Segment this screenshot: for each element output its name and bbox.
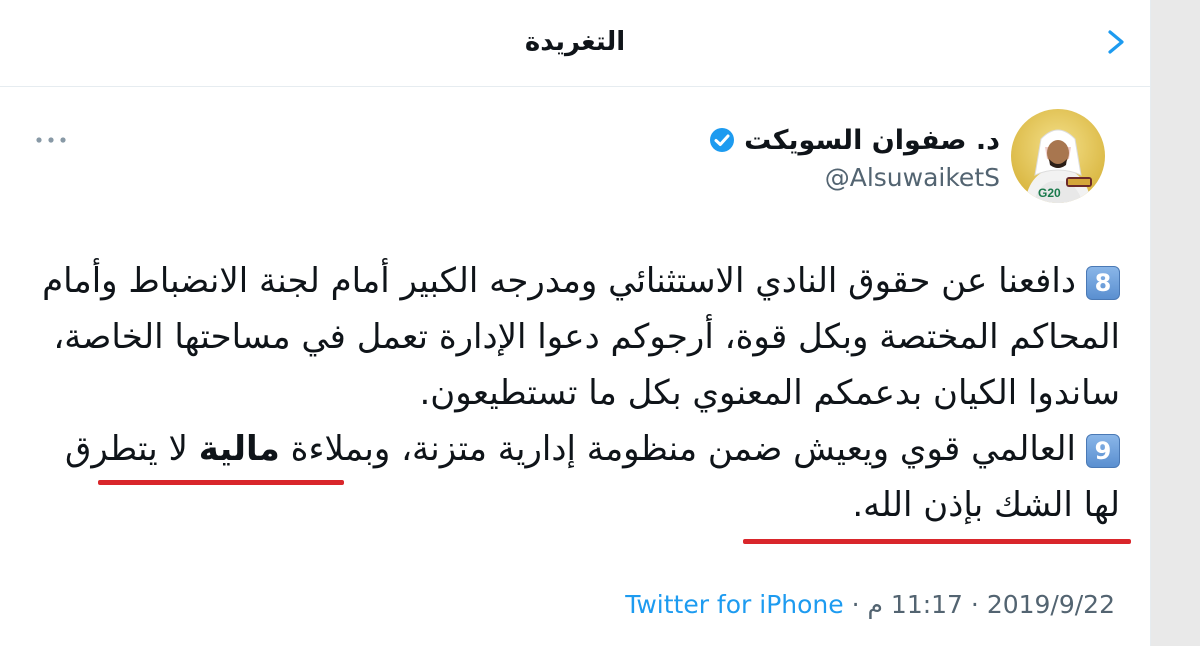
avatar-photo: G20 (1011, 109, 1105, 203)
top-bar: التغريدة (0, 0, 1150, 87)
tweet-item-9-text-start: العالمي قوي ويعيش ضمن منظومة إدارية متزن… (279, 429, 1076, 469)
tweet-date[interactable]: 2019/9/22 (987, 590, 1115, 619)
tweet-time[interactable]: 11:17 م (867, 590, 962, 619)
tweet-source-link[interactable]: Twitter for iPhone (625, 590, 843, 619)
author-handle[interactable]: @AlsuwaiketS (825, 160, 1000, 196)
tweet-paragraph-9: 9 العالمي قوي ويعيش ضمن منظومة إدارية متز… (30, 421, 1120, 533)
tweet-item-9-bold-word: مالية (198, 429, 280, 469)
keycap-8: 8 (1086, 265, 1120, 300)
red-underline-2 (743, 539, 1131, 544)
avatar[interactable]: G20 (1011, 109, 1105, 203)
tweet-meta: Twitter for iPhone · 11:17 م · 2019/9/22 (625, 585, 1115, 625)
tweet-text: 8دافعنا عن حقوق النادي الاستثنائي ومدرجه… (30, 253, 1120, 533)
author-name[interactable]: د. صفوان السويكت (744, 125, 1000, 156)
meta-separator: · (962, 590, 987, 619)
page-title: التغريدة (524, 27, 626, 57)
author-name-row[interactable]: د. صفوان السويكت (708, 120, 1000, 160)
more-options-icon (36, 137, 66, 143)
tweet-detail-panel: التغريدة G20 د. صفوان السويكت @Alsuwaike… (0, 0, 1151, 646)
back-button[interactable] (1096, 22, 1136, 62)
more-options-button[interactable] (34, 130, 68, 150)
avatar-badge-text: G20 (1038, 186, 1061, 200)
meta-separator: · (843, 590, 868, 619)
red-underline-1 (98, 480, 344, 485)
chevron-back-icon (1108, 30, 1124, 54)
tweet-paragraph-8: 8دافعنا عن حقوق النادي الاستثنائي ومدرجه… (30, 253, 1120, 421)
verified-badge-icon (710, 128, 735, 152)
tweet-item-8-text: دافعنا عن حقوق النادي الاستثنائي ومدرجه … (42, 261, 1120, 413)
keycap-9: 9 (1086, 433, 1120, 468)
